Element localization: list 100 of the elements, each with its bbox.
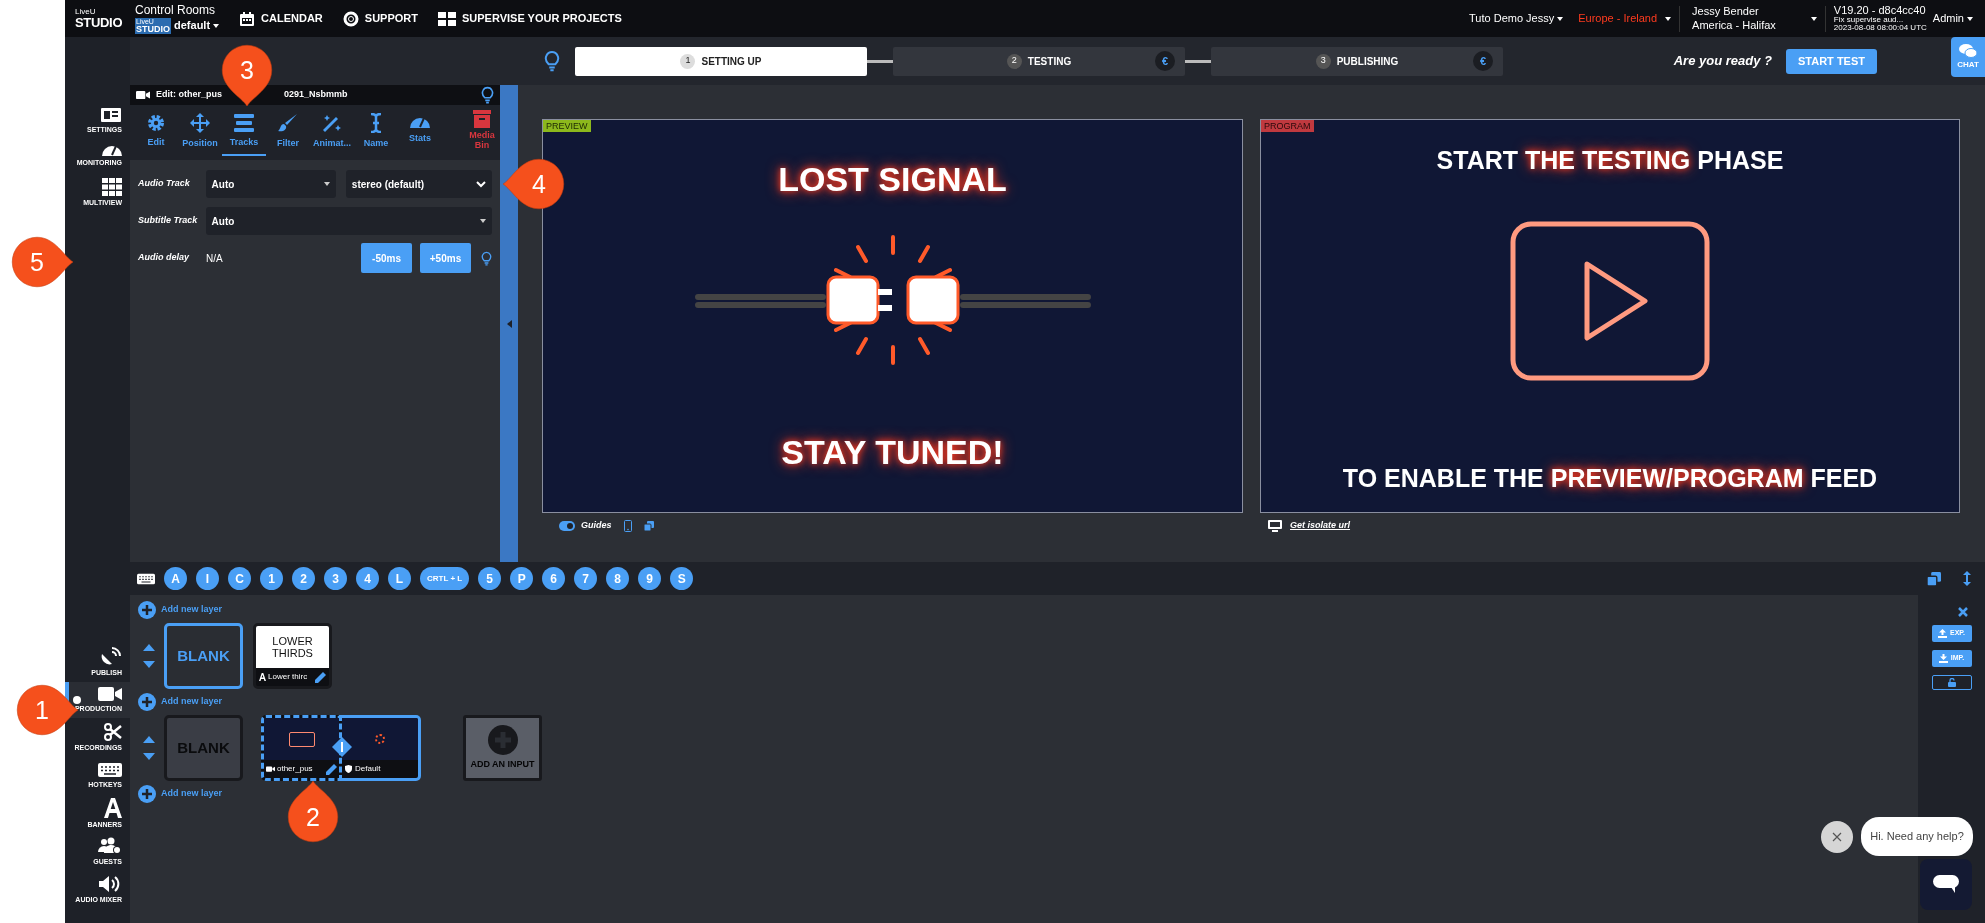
users-gear-icon <box>98 836 122 855</box>
video-camera-icon <box>98 685 122 702</box>
account-menu[interactable]: Tuto Demo Jessy <box>1469 10 1555 27</box>
isolate-url-link[interactable]: Get isolate url <box>1290 519 1351 533</box>
move-down-icon[interactable] <box>143 661 155 668</box>
caret-icon <box>480 219 486 223</box>
slate-footer: TO ENABLE THE PREVIEW/PROGRAM FEED <box>1342 459 1878 497</box>
guides-toggle[interactable] <box>559 520 575 531</box>
archive-box-icon <box>473 109 491 128</box>
caret-icon <box>1967 16 1973 21</box>
chat-launcher-button[interactable] <box>1920 859 1972 910</box>
panel-tab[interactable]: Edit <box>134 109 178 156</box>
nav-link[interactable]: CALENDAR <box>261 10 323 27</box>
role-menu[interactable]: Admin <box>1932 10 1964 27</box>
slate-headline: LOST SIGNAL <box>778 159 1007 200</box>
plus-circle-icon[interactable] <box>138 601 156 619</box>
field-label: Audio Track <box>138 177 191 191</box>
step-tab[interactable]: 1 SETTING UP <box>575 46 867 76</box>
panel-tab[interactable]: Position <box>178 109 222 156</box>
pencil-icon[interactable] <box>315 671 326 683</box>
region-menu[interactable]: Europe - Ireland <box>1578 10 1658 27</box>
annotation-number: 5 <box>29 248 45 276</box>
letter-a-icon <box>259 673 266 681</box>
blank-source-card[interactable]: BLANK <box>164 623 243 689</box>
add-layer-link[interactable]: Add new layer <box>161 787 223 801</box>
video-camera-icon <box>136 90 150 100</box>
step-tab[interactable]: 3 PUBLISHING € <box>1211 46 1503 76</box>
studio-logo[interactable]: LiveU STUDIO <box>75 8 125 29</box>
keyboard-icon <box>137 572 155 585</box>
shield-icon <box>345 765 352 773</box>
video-camera-icon <box>266 766 275 772</box>
lightbulb-icon[interactable] <box>481 250 492 266</box>
lock-button[interactable] <box>1931 675 1972 690</box>
gauge-icon <box>410 117 430 128</box>
delay-value: N/A <box>206 251 223 266</box>
paintbrush-icon <box>278 112 298 133</box>
gauge-icon <box>102 145 122 156</box>
close-icon <box>1832 832 1842 842</box>
calendar-icon <box>239 10 256 27</box>
user-name[interactable]: Jessy Bender <box>1692 4 1776 19</box>
plus-circle-icon <box>487 724 518 755</box>
add-layer-link[interactable]: Add new layer <box>161 695 223 709</box>
control-rooms-title[interactable]: Control Rooms <box>135 3 220 16</box>
panel-tab[interactable]: Name <box>354 109 398 156</box>
help-message-bubble[interactable]: Hi. Need any help? <box>1861 817 1973 856</box>
source-caption: Default <box>355 763 381 775</box>
copy-icon[interactable] <box>643 520 654 531</box>
mobile-phone-icon[interactable] <box>623 519 632 532</box>
dropdown-select[interactable]: Auto <box>205 170 336 198</box>
lower-thirds-thumbnail: LOWER THIRDS <box>256 626 329 668</box>
plus-circle-icon[interactable] <box>138 693 156 711</box>
edit-panel-title: 0291_Nsbmmb <box>284 88 348 102</box>
program-label: PROGRAM <box>1261 120 1314 132</box>
lightbulb-icon[interactable] <box>544 50 560 72</box>
chevron-down-icon <box>476 180 486 188</box>
program-monitor[interactable]: PROGRAM START THE TESTING PHASE TO ENABLE THE PREVIEW/PROGRAM FEED <box>1260 119 1960 513</box>
dropdown-select[interactable]: Auto <box>205 207 492 235</box>
lightbulb-icon[interactable] <box>481 86 494 104</box>
version-note: Fix supervise aud... <box>1833 16 1905 24</box>
user-timezone: America - Halifax <box>1692 18 1776 33</box>
copy-icon[interactable] <box>1927 571 1941 586</box>
dropdown-select[interactable]: stereo (default) <box>345 170 492 198</box>
step-tab[interactable]: 2 TESTING € <box>893 46 1185 76</box>
text-cursor-icon <box>369 112 383 133</box>
panel-tab[interactable]: Tracks <box>222 109 266 156</box>
move-up-icon[interactable] <box>143 736 155 743</box>
nav-link[interactable]: SUPERVISE YOUR PROJECTS <box>462 10 622 27</box>
add-layer-link[interactable]: Add new layer <box>161 603 223 617</box>
panel-tab[interactable]: Animat... <box>310 109 354 156</box>
collapse-handle[interactable] <box>500 85 518 562</box>
version-number: V19.20 - d8c4cc40 <box>1833 5 1927 16</box>
move-down-icon[interactable] <box>143 753 155 760</box>
keyboard-icon <box>98 761 122 778</box>
unlocked-padlock-icon <box>1947 678 1956 687</box>
edit-panel-title: Edit: other_pus <box>156 88 222 102</box>
version-date: 2023-08-08 08:00:04 UTC <box>1833 24 1927 32</box>
link-diamond-icon[interactable] <box>332 737 352 757</box>
vertical-arrows-icon[interactable] <box>1963 571 1971 586</box>
bars-icon <box>234 113 254 132</box>
media-bin-button[interactable]: Media Bin <box>464 109 500 156</box>
input-source-card[interactable]: other_pus <box>261 715 342 781</box>
panel-tab[interactable]: Filter <box>266 109 310 156</box>
annotation-number: 1 <box>34 696 50 724</box>
satellite-dish-icon <box>100 645 122 666</box>
graphic-source-card[interactable]: LOWER THIRDS Lower thirc <box>253 623 332 689</box>
source-caption: Lower thirc <box>268 671 308 683</box>
panel-tab[interactable]: Stats <box>398 109 442 156</box>
pencil-icon[interactable] <box>326 763 337 775</box>
scissors-icon <box>104 722 122 741</box>
caret-left-icon <box>506 319 512 328</box>
plus-circle-icon[interactable] <box>138 785 156 803</box>
nav-link[interactable]: SUPPORT <box>364 10 418 27</box>
room-name[interactable]: default <box>174 20 211 31</box>
close-icon[interactable] <box>1957 607 1968 617</box>
banner-icon <box>104 797 122 818</box>
field-label: Subtitle Track <box>138 214 199 228</box>
upload-icon <box>1937 629 1947 638</box>
add-input-card[interactable]: ADD AN INPUT <box>463 715 542 781</box>
move-up-icon[interactable] <box>143 644 155 651</box>
scene-source-card[interactable]: Default <box>342 715 421 781</box>
